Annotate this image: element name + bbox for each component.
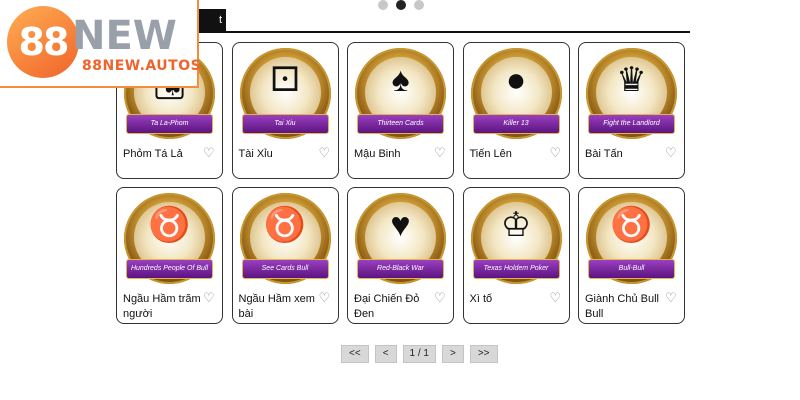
game-name: Bài Tấn bbox=[585, 148, 623, 160]
favorite-heart-icon[interactable]: ♡ bbox=[434, 146, 446, 159]
game-name: Ngầu Hầm trăm người bbox=[123, 293, 201, 320]
game-name: Mậu Binh bbox=[354, 148, 401, 160]
game-artwork: ♉ See Cards Bull bbox=[238, 191, 333, 286]
game-name: Giành Chủ Bull Bull bbox=[585, 293, 659, 320]
game-name: Đại Chiến Đỏ Đen bbox=[354, 293, 420, 320]
game-artwork: ♛ Fight the Landlord bbox=[584, 46, 679, 141]
game-name: Tài Xỉu bbox=[238, 148, 273, 160]
logo-domain-text: 88NEW.AUTOS bbox=[82, 58, 202, 74]
game-name: Ngầu Hầm xem bài bbox=[238, 293, 315, 320]
game-ribbon-label: See Cards Bull bbox=[241, 259, 329, 279]
site-logo[interactable]: 88 NEW 88NEW.AUTOS bbox=[0, 0, 202, 88]
page-indicator: 1 / 1 bbox=[402, 345, 436, 363]
game-ribbon-label: Thirteen Cards bbox=[357, 114, 444, 134]
bull-mascot-icon: ♉ bbox=[263, 206, 307, 244]
favorite-heart-icon[interactable]: ♡ bbox=[319, 291, 331, 304]
vs-cards-icon: ♥ bbox=[390, 206, 411, 244]
game-card[interactable]: ⚀ Tai Xiu Tài Xỉu ♡ bbox=[231, 42, 339, 179]
game-artwork: ♥ Red-Black War bbox=[353, 191, 448, 286]
last-page-button[interactable]: >> bbox=[469, 345, 498, 363]
game-ribbon-label: Fight the Landlord bbox=[588, 114, 675, 134]
pagination: << < 1 / 1 > >> bbox=[341, 345, 498, 363]
logo-brand-text: NEW bbox=[72, 13, 177, 59]
game-ribbon-label: Red-Black War bbox=[357, 259, 444, 279]
favorite-heart-icon[interactable]: ♡ bbox=[319, 146, 331, 159]
game-name: Phỏm Tá Lả bbox=[123, 148, 183, 160]
game-name: Tiến Lên bbox=[469, 148, 512, 160]
game-card[interactable]: ♛ Fight the Landlord Bài Tấn ♡ bbox=[578, 42, 685, 179]
favorite-heart-icon[interactable]: ♡ bbox=[665, 291, 677, 304]
first-page-button[interactable]: << bbox=[341, 345, 369, 363]
game-ribbon-label: Killer 13 bbox=[472, 114, 560, 134]
game-artwork: ● Killer 13 bbox=[469, 46, 564, 141]
crown-cards-icon: ♔ bbox=[500, 206, 532, 244]
favorite-heart-icon[interactable]: ♡ bbox=[665, 146, 677, 159]
bomb-cards-icon: ● bbox=[505, 61, 527, 99]
game-card[interactable]: ♉ See Cards Bull Ngầu Hầm xem bài ♡ bbox=[231, 187, 339, 324]
landlord-icon: ♛ bbox=[616, 61, 647, 99]
bull-horns-icon: ♉ bbox=[148, 206, 191, 244]
game-ribbon-label: Hundreds People Of Bull bbox=[126, 259, 213, 279]
game-ribbon-label: Bull-Bull bbox=[588, 259, 675, 279]
game-card[interactable]: ● Killer 13 Tiến Lên ♡ bbox=[462, 42, 570, 179]
game-artwork: ♠ Thirteen Cards bbox=[353, 46, 448, 141]
next-page-button[interactable]: > bbox=[442, 345, 464, 363]
game-ribbon-label: Tai Xiu bbox=[241, 114, 329, 134]
favorite-heart-icon[interactable]: ♡ bbox=[550, 146, 562, 159]
game-card[interactable]: ♉ Hundreds People Of Bull Ngầu Hầm trăm ng… bbox=[116, 187, 223, 324]
favorite-heart-icon[interactable]: ♡ bbox=[203, 291, 215, 304]
favorite-heart-icon[interactable]: ♡ bbox=[434, 291, 446, 304]
favorite-heart-icon[interactable]: ♡ bbox=[203, 146, 215, 159]
revolver-cards-icon: ♠ bbox=[391, 61, 410, 99]
game-card[interactable]: ♥ Red-Black War Đại Chiến Đỏ Đen ♡ bbox=[347, 187, 454, 324]
game-artwork: ⚀ Tai Xiu bbox=[238, 46, 333, 141]
game-ribbon-label: Texas Holdem Poker bbox=[472, 259, 560, 279]
gold-bull-icon: ♉ bbox=[610, 206, 653, 244]
dice-cup-icon: ⚀ bbox=[270, 61, 300, 99]
game-card[interactable]: ♠ Thirteen Cards Mậu Binh ♡ bbox=[347, 42, 454, 179]
favorite-heart-icon[interactable]: ♡ bbox=[550, 291, 562, 304]
game-name: Xì tố bbox=[469, 293, 493, 305]
game-artwork: ♔ Texas Holdem Poker bbox=[469, 191, 564, 286]
game-card[interactable]: ♉ Bull-Bull Giành Chủ Bull Bull ♡ bbox=[578, 187, 685, 324]
prev-page-button[interactable]: < bbox=[374, 345, 397, 363]
game-artwork: ♉ Bull-Bull bbox=[584, 191, 679, 286]
game-ribbon-label: Ta La-Phom bbox=[126, 114, 213, 134]
game-card[interactable]: ♔ Texas Holdem Poker Xì tố ♡ bbox=[462, 187, 570, 324]
game-artwork: ♉ Hundreds People Of Bull bbox=[122, 191, 217, 286]
logo-mark: 88 bbox=[7, 6, 79, 78]
